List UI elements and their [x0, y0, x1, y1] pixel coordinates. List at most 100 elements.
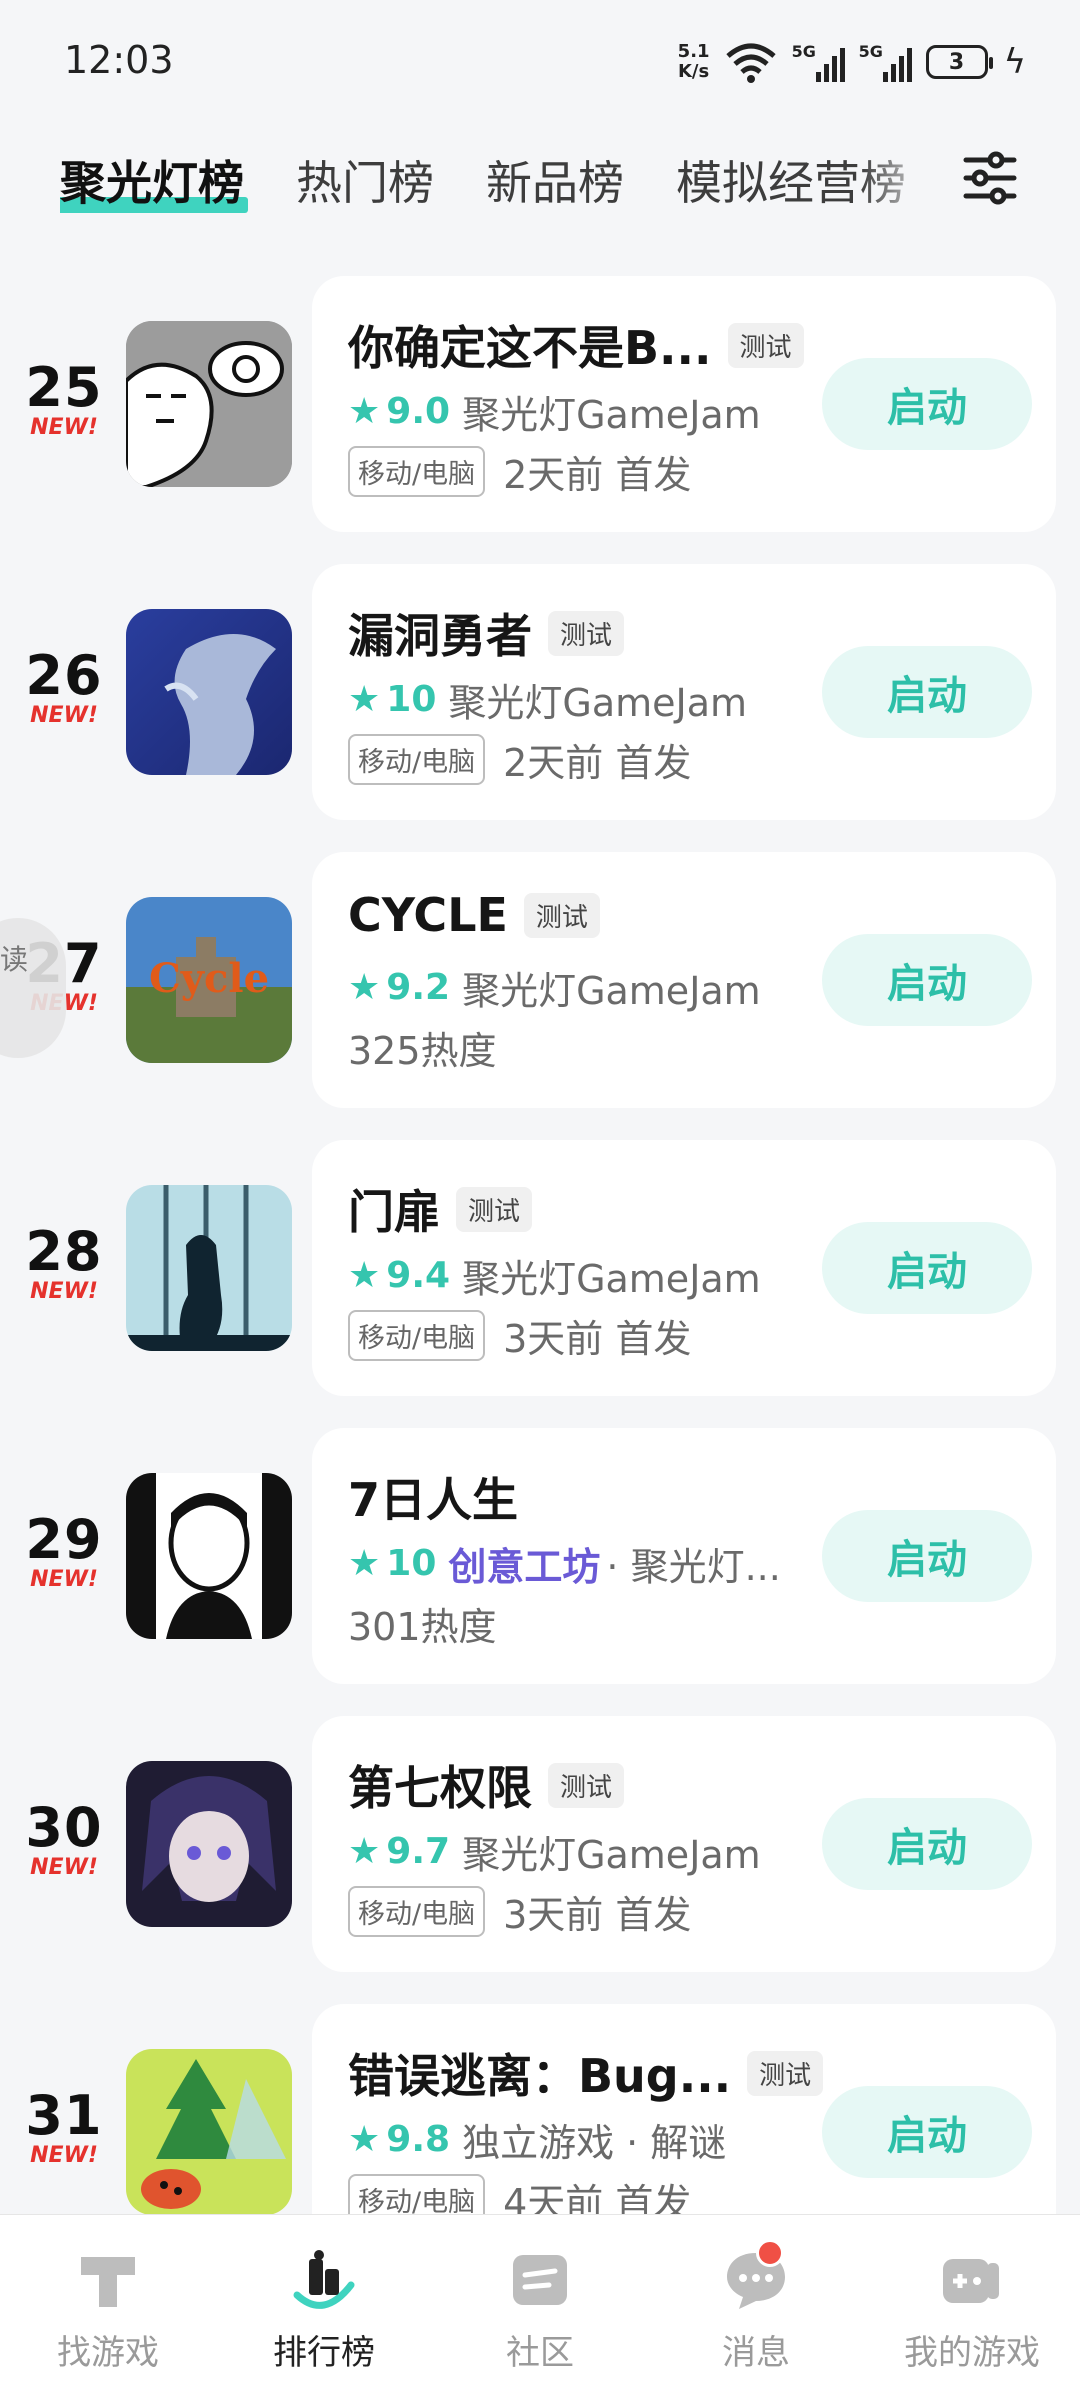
net-speed-value: 5.1	[677, 41, 710, 62]
launch-button[interactable]: 启动	[822, 1222, 1032, 1314]
launch-button[interactable]: 启动	[822, 934, 1032, 1026]
game-title: 你确定这不是B...	[348, 321, 712, 375]
game-icon[interactable]	[126, 1473, 292, 1639]
star-icon: ★	[348, 967, 381, 1008]
platform-tag: 移动/电脑	[348, 1310, 486, 1361]
category: 聚光灯GameJam	[462, 1833, 761, 1877]
list-item[interactable]: 28 NEW! 门扉 测试 ★ 9.4 聚光灯GameJam 移动/电脑 3天前…	[0, 1140, 1080, 1396]
game-icon[interactable]	[126, 2049, 292, 2215]
nav-community[interactable]: 社区	[432, 2215, 648, 2383]
game-card[interactable]: 7日人生 ★ 10 创意工坊 · 聚光灯... 301热度 启动	[312, 1428, 1056, 1684]
game-icon[interactable]	[126, 1761, 292, 1927]
game-card[interactable]: 第七权限 测试 ★ 9.7 聚光灯GameJam 移动/电脑 3天前 首发 启动	[312, 1716, 1056, 1972]
portrait-art-icon	[126, 1473, 292, 1639]
community-icon	[513, 2255, 567, 2305]
new-label: NEW!	[30, 1855, 98, 1880]
rank-badge: 30 NEW!	[22, 1800, 106, 1880]
status-bar: 12:03 5.1 K/s 5G 5G 3 ϟ	[0, 0, 1080, 120]
new-label: NEW!	[30, 1279, 98, 1304]
new-label: NEW!	[30, 1567, 98, 1592]
launch-button[interactable]: 启动	[822, 1510, 1032, 1602]
game-card[interactable]: 你确定这不是B... 测试 ★ 9.0 聚光灯GameJam 移动/电脑 2天前…	[312, 276, 1056, 532]
signal-1-label: 5G	[791, 42, 816, 61]
category: 聚光灯GameJam	[462, 393, 761, 437]
release-info: 3天前 首发	[503, 1317, 692, 1361]
game-title: 7日人生	[348, 1473, 519, 1527]
game-title: 漏洞勇者	[348, 609, 532, 663]
rank-number: 29	[25, 1508, 103, 1571]
tab-new[interactable]: 新品榜	[486, 147, 624, 213]
game-card[interactable]: 漏洞勇者 测试 ★ 10 聚光灯GameJam 移动/电脑 2天前 首发 启动	[312, 564, 1056, 820]
launch-button[interactable]: 启动	[822, 2086, 1032, 2178]
test-tag: 测试	[523, 892, 600, 938]
game-icon[interactable]: Cycle	[126, 897, 292, 1063]
game-icon[interactable]	[126, 1185, 292, 1351]
nav-my-games[interactable]: 我的游戏	[864, 2215, 1080, 2383]
star-icon: ★	[348, 1831, 381, 1872]
rank-badge: 31 NEW!	[22, 2088, 106, 2168]
game-card[interactable]: 门扉 测试 ★ 9.4 聚光灯GameJam 移动/电脑 3天前 首发 启动	[312, 1140, 1056, 1396]
rank-badge: 28 NEW!	[22, 1224, 106, 1304]
score: 10	[386, 679, 437, 720]
nav-label: 找游戏	[57, 2333, 159, 2373]
tab-hot[interactable]: 热门榜	[296, 147, 434, 213]
tabs-fade	[860, 140, 940, 220]
creature-art-icon	[126, 609, 292, 775]
score: 9.4	[386, 1255, 451, 1296]
network-speed: 5.1 K/s	[678, 42, 710, 82]
nav-ranking[interactable]: 排行榜	[216, 2215, 432, 2383]
list-item[interactable]: 29 NEW! 7日人生 ★ 10 创意工坊 · 聚光灯... 301热度 启动	[0, 1428, 1080, 1684]
reader-label: 读	[0, 943, 29, 976]
rank-number: 26	[25, 644, 103, 707]
nav-label: 消息	[722, 2333, 790, 2373]
battery-icon: 3	[925, 45, 993, 79]
test-tag: 测试	[727, 322, 804, 368]
ranking-tabs: 聚光灯榜 热门榜 新品榜 模拟经营榜	[60, 140, 940, 220]
bottom-nav: 找游戏 排行榜 社区 消息 我的游戏	[0, 2214, 1080, 2383]
floating-reader-button[interactable]: 读	[0, 918, 66, 1058]
list-item[interactable]: 30 NEW! 第七权限 测试 ★ 9.7 聚光灯GameJam 移动/电脑 3…	[0, 1716, 1080, 1972]
launch-button[interactable]: 启动	[822, 1798, 1032, 1890]
silhouette-art-icon	[126, 1185, 292, 1351]
meme-face-icon	[126, 321, 292, 487]
ranking-icon	[293, 2250, 355, 2309]
nav-find-game[interactable]: 找游戏	[0, 2215, 216, 2383]
star-icon: ★	[348, 679, 381, 720]
game-icon[interactable]	[126, 321, 292, 487]
unread-badge	[756, 2239, 784, 2267]
test-tag: 测试	[747, 2050, 824, 2096]
svg-text:Cycle: Cycle	[149, 955, 269, 1002]
new-label: NEW!	[30, 415, 98, 440]
score: 9.8	[386, 2119, 451, 2160]
game-title: 错误逃离：Bug...	[348, 2049, 732, 2103]
list-item[interactable]: 25 NEW! 你确定这不是B... 测试 ★ 9.0 聚光灯GameJam 移…	[0, 276, 1080, 532]
new-label: NEW!	[30, 703, 98, 728]
rank-number: 30	[25, 1796, 103, 1859]
anime-character-icon	[126, 1761, 292, 1927]
forest-ladybug-icon	[126, 2049, 292, 2215]
game-card[interactable]: CYCLE 测试 ★ 9.2 聚光灯GameJam 325热度 启动	[312, 852, 1056, 1108]
category: 聚光灯GameJam	[462, 1257, 761, 1301]
score: 10	[386, 1543, 437, 1584]
filter-icon[interactable]	[960, 148, 1020, 208]
list-item[interactable]: 26 NEW! 漏洞勇者 测试 ★ 10 聚光灯GameJam 移动/电脑 2天…	[0, 564, 1080, 820]
rank-badge: 25 NEW!	[22, 360, 106, 440]
nav-messages[interactable]: 消息	[648, 2215, 864, 2383]
castle-art-icon: Cycle	[126, 897, 292, 1063]
star-icon: ★	[348, 1255, 381, 1296]
category: · 聚光灯...	[606, 1545, 781, 1589]
list-item[interactable]: 27 NEW! Cycle CYCLE 测试 ★ 9.2 聚光灯GameJam	[0, 852, 1080, 1108]
category: 独立游戏 · 解谜	[462, 2121, 727, 2165]
release-info: 2天前 首发	[503, 453, 692, 497]
star-icon: ★	[348, 1543, 381, 1584]
category: 聚光灯GameJam	[462, 969, 761, 1013]
rank-number: 28	[25, 1220, 103, 1283]
game-icon[interactable]	[126, 609, 292, 775]
clock: 12:03	[64, 38, 174, 82]
test-tag: 测试	[548, 610, 625, 656]
rank-badge: 29 NEW!	[22, 1512, 106, 1592]
tab-spotlight[interactable]: 聚光灯榜	[60, 147, 248, 213]
launch-button[interactable]: 启动	[822, 358, 1032, 450]
launch-button[interactable]: 启动	[822, 646, 1032, 738]
rank-number: 25	[25, 356, 103, 419]
